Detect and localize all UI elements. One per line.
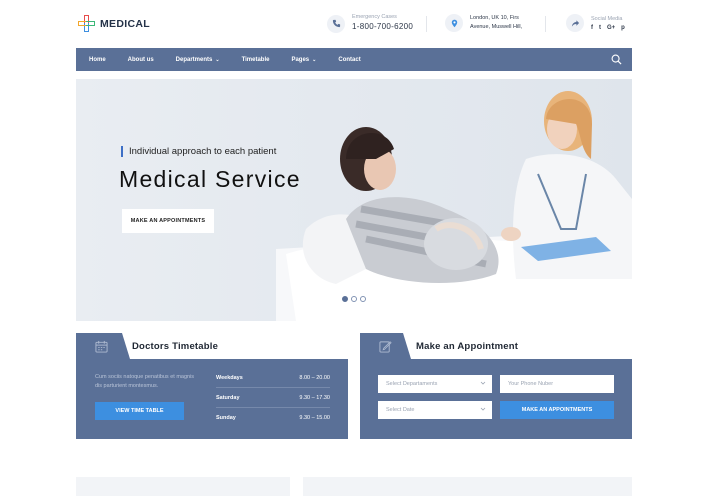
slider-dot[interactable] [351, 296, 357, 302]
timetable-row: Sunday 9.30 – 15.00 [216, 415, 330, 421]
calendar-icon [95, 340, 108, 353]
phone-input[interactable]: Your Phone Nuber [500, 375, 614, 393]
chevron-down-icon [480, 381, 486, 385]
address-line-2: Avenue, Muswell Hill, [470, 24, 523, 30]
timetable-row: Weekdays 8.00 – 20.00 [216, 368, 330, 388]
hero-slider: Individual approach to each patient Medi… [76, 79, 632, 321]
location-pin-icon [445, 14, 463, 32]
emergency-info: Emergency Cases 1-800-700-6200 [327, 14, 413, 33]
appointment-title: Make an Appointment [416, 341, 519, 352]
timetable-card: Doctors Timetable Cum sociis natoque pen… [76, 333, 348, 439]
hero-image [276, 91, 632, 321]
phone-icon [327, 14, 345, 33]
google-plus-icon[interactable]: G+ [607, 25, 615, 31]
timetable-title: Doctors Timetable [132, 341, 219, 352]
cross-logo-icon [78, 15, 95, 32]
facebook-icon[interactable]: f [591, 25, 593, 31]
address-info: London, UK 10, Firs Avenue, Muswell Hill… [445, 14, 522, 32]
site-header: MEDICAL Emergency Cases 1-800-700-6200 L… [0, 0, 717, 48]
header-divider [426, 16, 427, 32]
content-block [76, 477, 290, 496]
hero-appointment-button[interactable]: MAKE AN APPOINTMENTS [122, 209, 214, 233]
hero-subtitle: Individual approach to each patient [121, 146, 276, 157]
view-timetable-button[interactable]: VIEW TIME TABLE [95, 402, 184, 420]
nav-item-contact[interactable]: Contact [338, 57, 360, 63]
make-appointment-button[interactable]: MAKE AN APPOINTMENTS [500, 401, 614, 419]
address-line-1: London, UK 10, Firs [470, 15, 519, 21]
content-block [303, 477, 632, 496]
slider-dot[interactable] [342, 296, 348, 302]
main-nav: Home About us Departments ⌄ Timetable Pag… [76, 48, 632, 71]
social-info: Social Media f t G+ p [566, 14, 625, 32]
nav-item-home[interactable]: Home [89, 57, 106, 63]
pinterest-icon[interactable]: p [621, 25, 625, 31]
chevron-down-icon [480, 407, 486, 411]
social-links: f t G+ p [591, 25, 625, 31]
share-icon [566, 14, 584, 32]
emergency-phone[interactable]: 1-800-700-6200 [352, 21, 413, 33]
nav-item-pages[interactable]: Pages ⌄ [291, 57, 316, 63]
hero-title: Medical Service [119, 166, 301, 192]
brand-name: MEDICAL [100, 17, 150, 30]
edit-icon [379, 341, 392, 353]
timetable-row: Saturday 9.30 – 17.30 [216, 388, 330, 408]
slider-dots [342, 296, 366, 302]
department-select[interactable]: Select Departaments [378, 375, 492, 393]
social-label: Social Media [591, 15, 623, 22]
twitter-icon[interactable]: t [599, 25, 601, 31]
nav-item-departments[interactable]: Departments ⌄ [176, 57, 220, 63]
chevron-down-icon: ⌄ [215, 56, 220, 63]
appointment-card: Make an Appointment Select Departaments … [360, 333, 632, 439]
timetable-description: Cum sociis natoque penatibus et magnis d… [95, 374, 195, 389]
nav-item-timetable[interactable]: Timetable [242, 57, 270, 63]
chevron-down-icon: ⌄ [312, 56, 317, 63]
header-divider [545, 16, 546, 32]
nav-item-about[interactable]: About us [128, 57, 154, 63]
emergency-label: Emergency Cases [352, 14, 397, 20]
slider-dot[interactable] [360, 296, 366, 302]
logo[interactable]: MEDICAL [78, 15, 150, 32]
date-select[interactable]: Select Date [378, 401, 492, 419]
search-icon[interactable] [611, 54, 622, 65]
